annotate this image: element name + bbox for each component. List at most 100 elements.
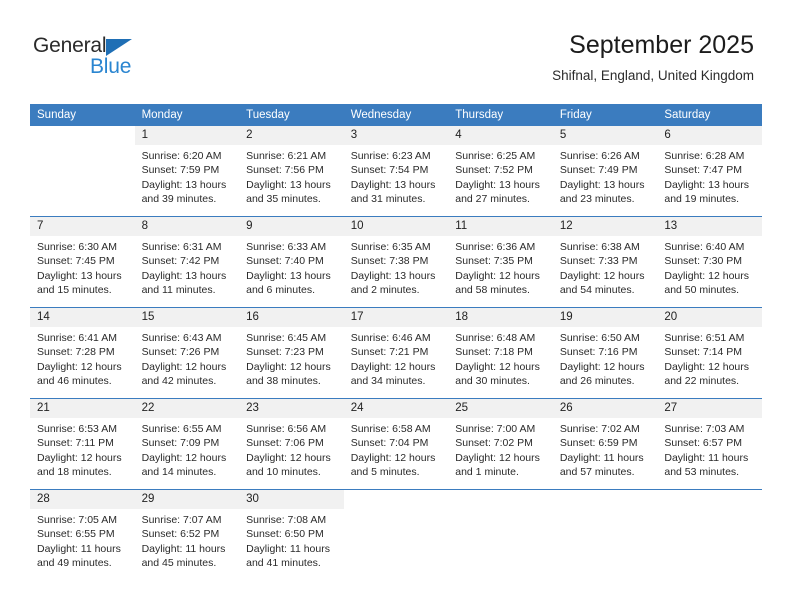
day-details: Sunrise: 6:46 AM Sunset: 7:21 PM Daylight:… xyxy=(344,327,449,389)
calendar-day[interactable]: 15 Sunrise: 6:43 AM Sunset: 7:26 PM Dayligh… xyxy=(134,308,240,398)
sunrise-text: Sunrise: 6:46 AM xyxy=(350,332,431,344)
calendar-day[interactable]: 6 Sunrise: 6:28 AM Sunset: 7:47 PM Daylight… xyxy=(657,126,762,216)
day-details: Sunrise: 6:35 AM Sunset: 7:38 PM Daylight:… xyxy=(344,236,449,298)
day-number: 20 xyxy=(657,308,762,327)
sunset-text: Sunset: 7:33 PM xyxy=(559,255,638,268)
calendar-day[interactable]: 11 Sunrise: 6:36 AM Sunset: 7:35 PM Dayligh… xyxy=(448,217,553,307)
daylight-text: Daylight: 12 hours and 38 minutes. xyxy=(246,360,331,388)
sunrise-text: Sunrise: 6:20 AM xyxy=(141,150,222,162)
day-details: Sunrise: 7:02 AM Sunset: 6:59 PM Daylight:… xyxy=(553,418,658,480)
calendar-cell: 9 Sunrise: 6:33 AM Sunset: 7:40 PM Daylight… xyxy=(239,216,344,308)
calendar-day[interactable]: 7 Sunrise: 6:30 AM Sunset: 7:45 PM Daylight… xyxy=(30,217,135,307)
day-details: Sunrise: 6:20 AM Sunset: 7:59 PM Daylight:… xyxy=(135,145,240,207)
weekday-header-monday: Monday xyxy=(134,104,240,126)
calendar-day[interactable]: 26 Sunrise: 7:02 AM Sunset: 6:59 PM Dayligh… xyxy=(552,399,658,489)
weekday-header-friday: Friday xyxy=(552,104,658,126)
daylight-text: Daylight: 12 hours and 42 minutes. xyxy=(141,360,227,388)
calendar-cell: 30 Sunrise: 7:08 AM Sunset: 6:50 PM Dayligh… xyxy=(239,489,344,580)
calendar-day-empty xyxy=(657,490,762,580)
calendar-cell: 12 Sunrise: 6:38 AM Sunset: 7:33 PM Dayligh… xyxy=(552,216,658,308)
day-number: 28 xyxy=(30,490,135,509)
daylight-text: Daylight: 11 hours and 49 minutes. xyxy=(37,542,121,570)
calendar-day-empty xyxy=(552,490,658,580)
sunset-text: Sunset: 7:16 PM xyxy=(559,346,638,359)
daylight-text: Daylight: 13 hours and 11 minutes. xyxy=(141,269,227,297)
sunset-text: Sunset: 7:21 PM xyxy=(350,346,429,359)
weekday-header-thursday: Thursday xyxy=(448,104,553,126)
calendar-day[interactable]: 3 Sunrise: 6:23 AM Sunset: 7:54 PM Daylight… xyxy=(343,126,449,216)
daylight-text: Daylight: 13 hours and 35 minutes. xyxy=(246,178,331,206)
sunrise-text: Sunrise: 6:43 AM xyxy=(141,332,222,344)
calendar-day[interactable]: 2 Sunrise: 6:21 AM Sunset: 7:56 PM Daylight… xyxy=(239,126,344,216)
sunrise-text: Sunrise: 6:28 AM xyxy=(664,150,745,162)
sunrise-text: Sunrise: 6:40 AM xyxy=(664,241,745,253)
day-number xyxy=(30,126,135,145)
generalblue-logo[interactable]: General Blue xyxy=(33,34,223,82)
day-details: Sunrise: 6:21 AM Sunset: 7:56 PM Daylight:… xyxy=(239,145,344,207)
calendar-day[interactable]: 5 Sunrise: 6:26 AM Sunset: 7:49 PM Daylight… xyxy=(552,126,658,216)
sunrise-text: Sunrise: 7:07 AM xyxy=(141,514,222,526)
daylight-text: Daylight: 13 hours and 23 minutes. xyxy=(559,178,645,206)
page-subtitle: Shifnal, England, United Kingdom xyxy=(552,68,754,83)
sunrise-text: Sunrise: 7:02 AM xyxy=(559,423,640,435)
calendar-day[interactable]: 23 Sunrise: 6:56 AM Sunset: 7:06 PM Dayligh… xyxy=(239,399,344,489)
calendar-day[interactable]: 18 Sunrise: 6:48 AM Sunset: 7:18 PM Dayligh… xyxy=(448,308,553,398)
calendar-cell: 15 Sunrise: 6:43 AM Sunset: 7:26 PM Dayligh… xyxy=(134,307,240,399)
day-details: Sunrise: 6:45 AM Sunset: 7:23 PM Daylight:… xyxy=(239,327,344,389)
sunrise-text: Sunrise: 6:58 AM xyxy=(350,423,431,435)
day-details: Sunrise: 6:33 AM Sunset: 7:40 PM Daylight:… xyxy=(239,236,344,298)
daylight-text: Daylight: 13 hours and 15 minutes. xyxy=(37,269,122,297)
calendar-day[interactable]: 17 Sunrise: 6:46 AM Sunset: 7:21 PM Dayligh… xyxy=(343,308,449,398)
calendar-cell: 29 Sunrise: 7:07 AM Sunset: 6:52 PM Dayligh… xyxy=(134,489,240,580)
daylight-text: Daylight: 13 hours and 39 minutes. xyxy=(141,178,227,206)
calendar-day[interactable]: 12 Sunrise: 6:38 AM Sunset: 7:33 PM Dayligh… xyxy=(552,217,658,307)
calendar-day[interactable]: 30 Sunrise: 7:08 AM Sunset: 6:50 PM Dayligh… xyxy=(239,490,344,580)
daylight-text: Daylight: 12 hours and 30 minutes. xyxy=(455,360,540,388)
calendar-day[interactable]: 21 Sunrise: 6:53 AM Sunset: 7:11 PM Dayligh… xyxy=(30,399,135,489)
calendar-cell: 5 Sunrise: 6:26 AM Sunset: 7:49 PM Daylight… xyxy=(552,126,658,217)
daylight-text: Daylight: 12 hours and 58 minutes. xyxy=(455,269,540,297)
day-number: 6 xyxy=(657,126,762,145)
day-number: 13 xyxy=(657,217,762,236)
title-block: September 2025 Shifnal, England, United … xyxy=(552,30,754,84)
calendar-day[interactable]: 24 Sunrise: 6:58 AM Sunset: 7:04 PM Dayligh… xyxy=(343,399,449,489)
calendar-day[interactable]: 16 Sunrise: 6:45 AM Sunset: 7:23 PM Dayligh… xyxy=(239,308,344,398)
calendar-cell: 28 Sunrise: 7:05 AM Sunset: 6:55 PM Dayligh… xyxy=(30,489,135,580)
calendar-day[interactable]: 19 Sunrise: 6:50 AM Sunset: 7:16 PM Dayligh… xyxy=(552,308,658,398)
sunrise-text: Sunrise: 6:41 AM xyxy=(37,332,117,344)
sunrise-text: Sunrise: 7:00 AM xyxy=(455,423,536,435)
calendar-day[interactable]: 9 Sunrise: 6:33 AM Sunset: 7:40 PM Daylight… xyxy=(239,217,344,307)
calendar-day[interactable]: 8 Sunrise: 6:31 AM Sunset: 7:42 PM Daylight… xyxy=(134,217,240,307)
sunset-text: Sunset: 7:11 PM xyxy=(37,437,114,450)
sunset-text: Sunset: 6:55 PM xyxy=(37,528,115,541)
calendar-day[interactable]: 1 Sunrise: 6:20 AM Sunset: 7:59 PM Daylight… xyxy=(134,126,240,216)
calendar-cell: 3 Sunrise: 6:23 AM Sunset: 7:54 PM Daylight… xyxy=(343,126,449,217)
calendar-day[interactable]: 4 Sunrise: 6:25 AM Sunset: 7:52 PM Daylight… xyxy=(448,126,553,216)
day-number: 18 xyxy=(448,308,553,327)
sunset-text: Sunset: 7:59 PM xyxy=(141,164,220,177)
calendar-day[interactable]: 25 Sunrise: 7:00 AM Sunset: 7:02 PM Dayligh… xyxy=(448,399,553,489)
calendar-cell: 21 Sunrise: 6:53 AM Sunset: 7:11 PM Dayligh… xyxy=(30,398,135,490)
sunset-text: Sunset: 7:06 PM xyxy=(246,437,324,450)
calendar-cell: 10 Sunrise: 6:35 AM Sunset: 7:38 PM Dayligh… xyxy=(343,216,449,308)
calendar-cell: 16 Sunrise: 6:45 AM Sunset: 7:23 PM Dayligh… xyxy=(239,307,344,399)
sunrise-text: Sunrise: 6:21 AM xyxy=(246,150,327,162)
calendar-week-row: 28 Sunrise: 7:05 AM Sunset: 6:55 PM Dayligh… xyxy=(30,489,762,580)
sunset-text: Sunset: 7:52 PM xyxy=(455,164,533,177)
sunset-text: Sunset: 6:50 PM xyxy=(246,528,324,541)
calendar-day[interactable]: 29 Sunrise: 7:07 AM Sunset: 6:52 PM Dayligh… xyxy=(134,490,240,580)
calendar-day[interactable]: 22 Sunrise: 6:55 AM Sunset: 7:09 PM Dayligh… xyxy=(134,399,240,489)
calendar-day[interactable]: 14 Sunrise: 6:41 AM Sunset: 7:28 PM Dayligh… xyxy=(30,308,135,398)
calendar-day[interactable]: 27 Sunrise: 7:03 AM Sunset: 6:57 PM Dayligh… xyxy=(657,399,762,489)
sunrise-text: Sunrise: 6:33 AM xyxy=(246,241,327,253)
weekday-header-tuesday: Tuesday xyxy=(239,104,344,126)
daylight-text: Daylight: 11 hours and 57 minutes. xyxy=(559,451,644,479)
calendar-cell: 2 Sunrise: 6:21 AM Sunset: 7:56 PM Daylight… xyxy=(239,126,344,217)
calendar-day[interactable]: 10 Sunrise: 6:35 AM Sunset: 7:38 PM Dayligh… xyxy=(343,217,449,307)
calendar-day[interactable]: 28 Sunrise: 7:05 AM Sunset: 6:55 PM Dayligh… xyxy=(30,490,135,580)
sunrise-text: Sunrise: 6:48 AM xyxy=(455,332,536,344)
calendar-day[interactable]: 13 Sunrise: 6:40 AM Sunset: 7:30 PM Dayligh… xyxy=(657,217,762,307)
day-number: 24 xyxy=(343,399,449,418)
calendar-day[interactable]: 20 Sunrise: 6:51 AM Sunset: 7:14 PM Dayligh… xyxy=(657,308,762,398)
sunset-text: Sunset: 6:57 PM xyxy=(664,437,743,450)
